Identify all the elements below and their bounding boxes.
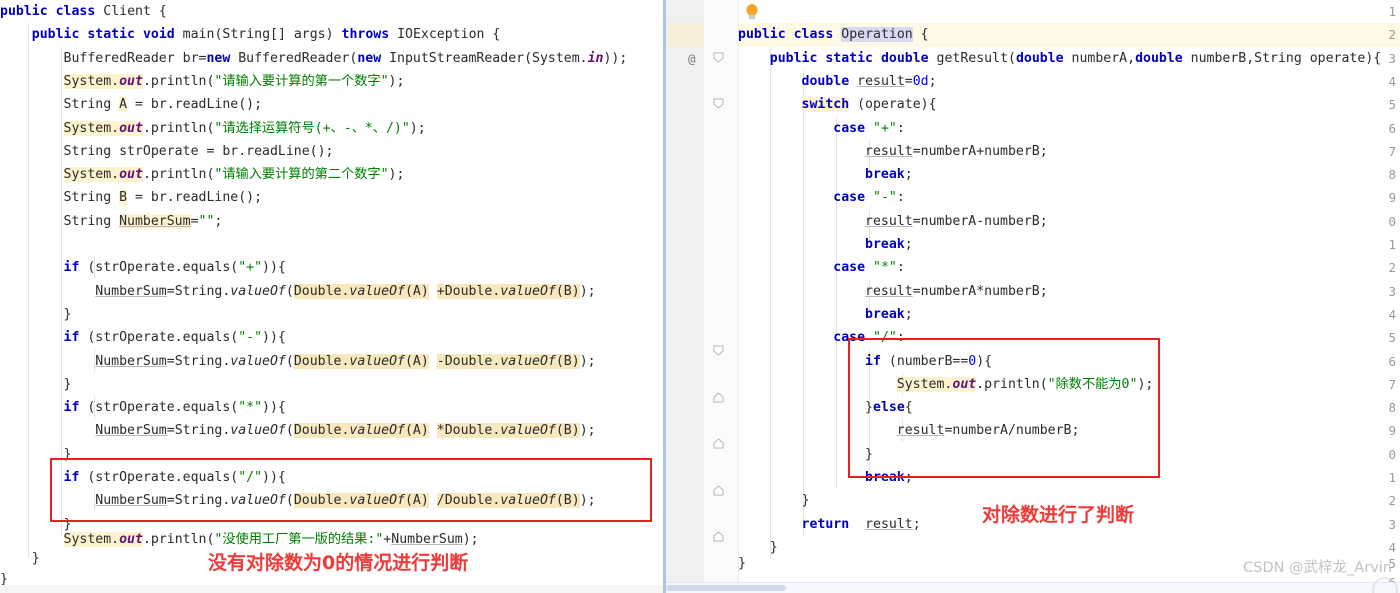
line-number: 3 xyxy=(1388,516,1396,532)
code-line: return result; xyxy=(801,516,921,532)
code-line: break; xyxy=(865,237,913,252)
code-line: } xyxy=(865,446,873,462)
cropped-text-strip: File Edit View Navigate Code Refactor Bu… xyxy=(663,0,1400,5)
code-line: public class Client { xyxy=(0,4,167,19)
fold-arrow-icon[interactable] xyxy=(713,392,724,403)
horizontal-scrollbar[interactable] xyxy=(666,582,1400,593)
code-line: System.out.println("请输入要计算的第二个数字"); xyxy=(63,167,405,183)
line-number: 0 xyxy=(1388,213,1396,229)
code-line: case "+": xyxy=(833,120,905,136)
code-line: NumberSum=String.valueOf(Double.valueOf(… xyxy=(95,283,596,299)
code-line: if (strOperate.equals("-")){ xyxy=(63,330,286,346)
caret-line-gutter-highlight xyxy=(666,23,704,47)
line-number-gutter[interactable] xyxy=(666,0,704,593)
code-line: String strOperate = br.readLine(); xyxy=(63,143,334,159)
code-line: }else{ xyxy=(865,400,913,416)
code-line: case "/": xyxy=(833,330,905,346)
code-line: String NumberSum=""; xyxy=(63,213,223,229)
code-line: } xyxy=(63,376,72,392)
fold-arrow-icon[interactable] xyxy=(713,531,724,542)
line-number: 7 xyxy=(1388,143,1396,159)
line-number: 3 xyxy=(1388,50,1396,66)
code-line: String A = br.readLine(); xyxy=(63,97,263,113)
line-number: 6 xyxy=(1388,353,1396,369)
right-code-editor[interactable]: 1 2 3 4 5 6 7 8 9 0 1 2 3 4 5 6 7 8 9 0 … xyxy=(663,0,1400,593)
code-line: System.out.println("请选择运算符号(+、-、*、/)"); xyxy=(63,120,426,136)
line-number: 9 xyxy=(1388,190,1396,206)
line-number: 1 xyxy=(1388,470,1396,485)
fold-arrow-icon[interactable] xyxy=(713,485,724,496)
right-code-lines: public class Operation { public static d… xyxy=(738,0,1381,593)
line-number: 5 xyxy=(1388,97,1396,113)
code-line: } xyxy=(31,551,40,566)
code-line: public class Operation { xyxy=(738,27,929,43)
code-line: } xyxy=(63,306,72,322)
line-number: 6 xyxy=(1388,120,1396,136)
code-folding-gutter[interactable] xyxy=(704,0,739,593)
code-line: break; xyxy=(865,470,913,485)
code-line: NumberSum=String.valueOf(Double.valueOf(… xyxy=(95,493,596,509)
line-number: 5 xyxy=(1388,330,1396,346)
code-line: } xyxy=(63,446,72,462)
right-annotation: 对除数进行了判断 xyxy=(982,504,1135,526)
fold-arrow-icon[interactable] xyxy=(713,52,724,63)
left-pane-bottom-edge xyxy=(0,585,663,593)
code-line: } xyxy=(801,493,810,509)
code-line: result=numberA*numberB; xyxy=(865,283,1048,299)
line-number: 8 xyxy=(1388,400,1396,416)
code-line: String B = br.readLine(); xyxy=(63,190,263,206)
code-line: switch (operate){ xyxy=(801,97,937,113)
line-number: 2 xyxy=(1388,493,1396,509)
left-annotation: 没有对除数为0的情况进行判断 xyxy=(208,552,469,574)
fold-arrow-icon[interactable] xyxy=(713,345,724,356)
left-code-lines: public class Client { public static void… xyxy=(0,0,627,593)
code-line: result=numberA+numberB; xyxy=(865,143,1048,159)
code-line: if (numberB==0){ xyxy=(865,353,993,369)
code-line: BufferedReader br=new BufferedReader(new… xyxy=(63,50,628,66)
left-code-editor[interactable]: public class Client { public static void… xyxy=(0,0,663,593)
code-line: if (strOperate.equals("*")){ xyxy=(63,400,286,416)
line-number: 2 xyxy=(1388,260,1396,276)
code-line: public static void main(String[] args) t… xyxy=(31,27,501,43)
fold-arrow-icon[interactable] xyxy=(713,438,724,449)
line-number: 4 xyxy=(1388,306,1396,322)
code-line: break; xyxy=(865,306,913,322)
code-line: System.out.println("除数不能为0"); xyxy=(896,376,1154,392)
code-line: case "-": xyxy=(833,190,905,206)
code-line: if (strOperate.equals("+")){ xyxy=(63,260,286,276)
code-line: NumberSum=String.valueOf(Double.valueOf(… xyxy=(95,353,596,369)
line-number: 4 xyxy=(1388,73,1396,89)
code-line: result=numberA/numberB; xyxy=(896,423,1080,439)
fold-arrow-icon[interactable] xyxy=(713,98,724,109)
line-number: 3 xyxy=(1388,283,1396,299)
line-number: 1 xyxy=(1388,237,1396,252)
code-line: } xyxy=(738,556,746,571)
code-line: public static double getResult(double nu… xyxy=(769,50,1382,66)
code-line: if (strOperate.equals("/")){ xyxy=(63,470,286,485)
code-line: System.out.println("请输入要计算的第一个数字"); xyxy=(63,73,405,89)
inspection-marker[interactable]: @ xyxy=(688,47,696,70)
code-line: double result=0d; xyxy=(801,73,937,89)
line-number: 0 xyxy=(1388,446,1396,462)
code-line: NumberSum=String.valueOf(Double.valueOf(… xyxy=(95,423,596,439)
line-number: 2 xyxy=(1388,27,1396,43)
screenshot-root: public class Client { public static void… xyxy=(0,0,1400,593)
code-line: case "*": xyxy=(833,260,905,276)
scrollbar-thumb[interactable] xyxy=(666,585,786,591)
line-number: 7 xyxy=(1388,376,1396,392)
code-line: break; xyxy=(865,167,913,183)
line-number: 9 xyxy=(1388,423,1396,439)
line-number: 8 xyxy=(1388,167,1396,183)
csdn-watermark: CSDN @武梓龙_Arvin xyxy=(1243,560,1392,576)
code-line: result=numberA-numberB; xyxy=(865,213,1048,229)
